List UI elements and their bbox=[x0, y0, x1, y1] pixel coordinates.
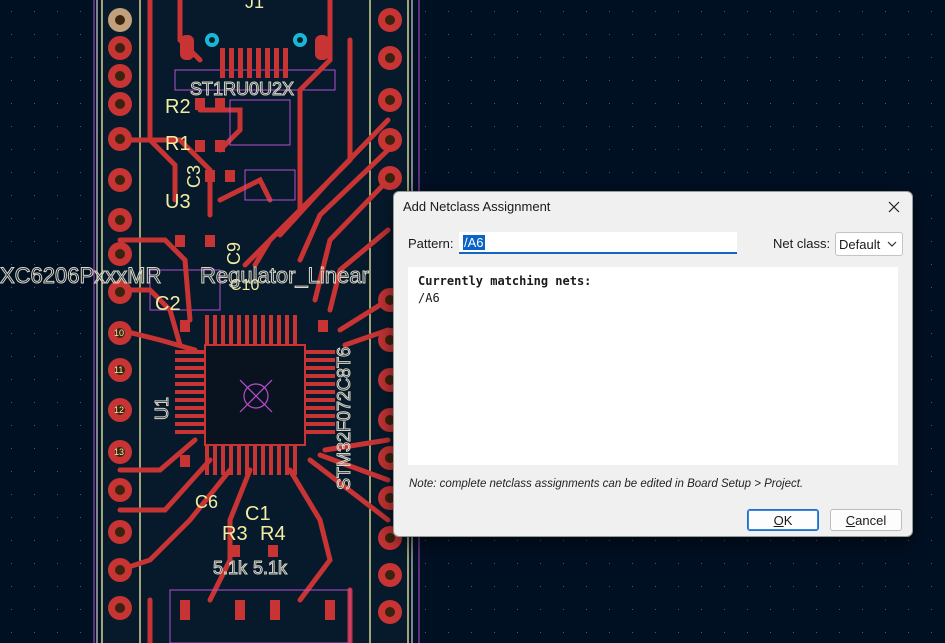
matching-nets-header: Currently matching nets: bbox=[418, 274, 592, 288]
dialog-titlebar[interactable]: Add Netclass Assignment bbox=[394, 192, 912, 222]
pcb-label-r4-value: 5.1k bbox=[253, 558, 288, 578]
pcb-pin-number: 12 bbox=[114, 405, 124, 415]
ok-accelerator: O bbox=[773, 512, 784, 528]
pcb-label-r2: R2 bbox=[165, 96, 191, 118]
pcb-label-mcu-ref: U1 bbox=[152, 397, 172, 420]
netclass-note: Note: complete netclass assignments can … bbox=[409, 478, 804, 490]
pcb-label-c9: C9 bbox=[224, 242, 244, 265]
pcb-pin-number: 10 bbox=[114, 328, 124, 338]
netclass-label: Net class: bbox=[773, 236, 831, 251]
pcb-label-r3: R3 bbox=[222, 523, 248, 545]
pcb-pin-number: 13 bbox=[114, 447, 124, 457]
pcb-label-c6: C6 bbox=[195, 492, 218, 512]
pcb-label-r3-value: 5.1k bbox=[213, 558, 248, 578]
pcb-label-j1: J1 bbox=[245, 0, 264, 12]
cancel-accelerator: C bbox=[845, 512, 856, 528]
ok-button[interactable]: OK bbox=[747, 509, 819, 531]
pattern-label: Pattern: bbox=[408, 236, 454, 251]
matching-net-item: /A6 bbox=[418, 291, 440, 305]
ok-label-rest: K bbox=[783, 512, 793, 528]
add-netclass-assignment-dialog: Add Netclass Assignment Pattern: /A6 Net… bbox=[393, 191, 913, 537]
pcb-label-regulator-library: Regulator_Linear bbox=[200, 263, 369, 288]
pattern-input-value: /A6 bbox=[463, 234, 485, 250]
pcb-label-c2: C2 bbox=[155, 293, 181, 315]
pcb-label-usb-connector: ST1RU0U2X bbox=[190, 79, 294, 99]
matching-nets-panel[interactable]: Currently matching nets: /A6 bbox=[408, 267, 898, 465]
netclass-dropdown[interactable]: Default bbox=[835, 232, 903, 256]
chevron-down-icon bbox=[887, 241, 897, 247]
pcb-pin-number: 11 bbox=[114, 365, 123, 375]
close-button[interactable] bbox=[882, 195, 906, 219]
pcb-label-regulator-value: XC6206PxxxMR bbox=[0, 263, 161, 288]
pcb-label-r4: R4 bbox=[260, 523, 286, 545]
pcb-label-mcu-value: STM32F072C8T6 bbox=[334, 347, 354, 490]
netclass-selected-value: Default bbox=[839, 236, 881, 252]
cancel-label-rest: ancel bbox=[855, 512, 887, 528]
pcb-label-c3: C3 bbox=[184, 165, 204, 188]
pattern-input[interactable]: /A6 bbox=[459, 232, 737, 254]
close-icon bbox=[888, 201, 900, 213]
pcb-label-r1: R1 bbox=[165, 133, 191, 155]
dialog-title: Add Netclass Assignment bbox=[403, 199, 551, 214]
cancel-button[interactable]: Cancel bbox=[830, 509, 902, 531]
pcb-label-c1: C1 bbox=[245, 503, 271, 525]
pcb-label-u3: U3 bbox=[165, 191, 191, 213]
